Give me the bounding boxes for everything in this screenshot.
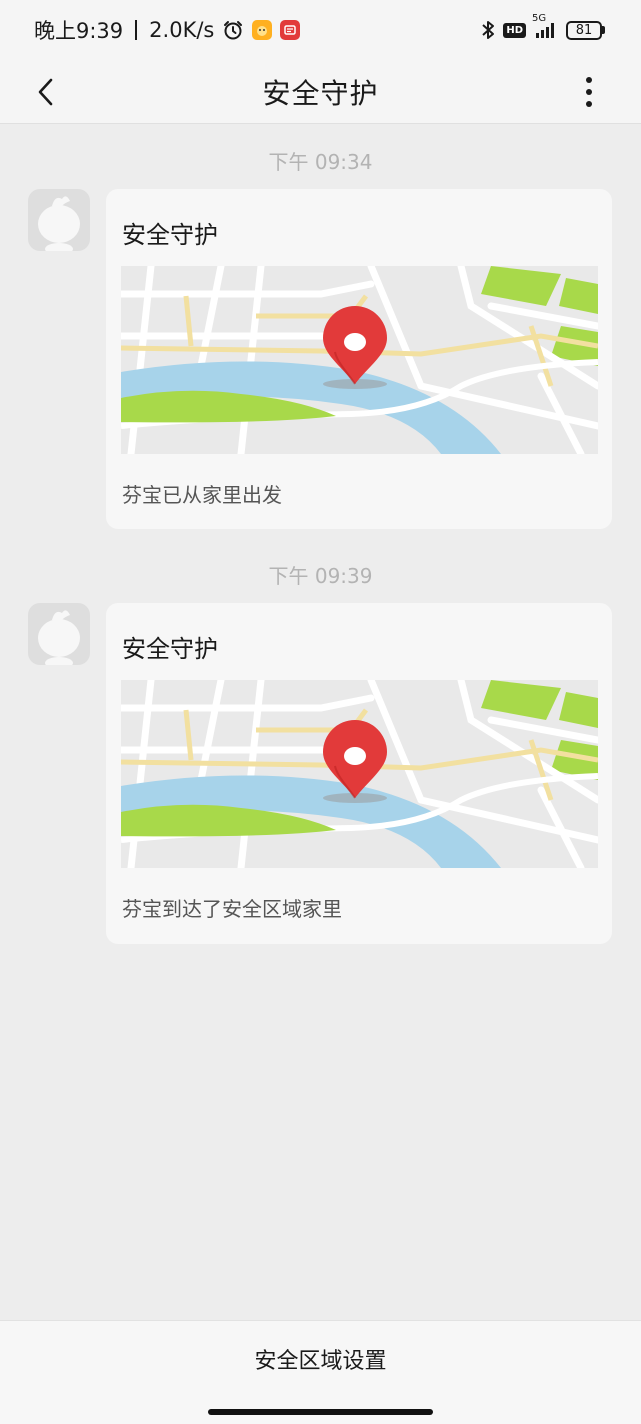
more-vertical-icon-dot [586,89,592,95]
screen: 晚上9:39 2.0K/s HD 5G 81 安全守护 下午 09:34 安全守… [0,0,641,1424]
map-thumbnail[interactable] [121,680,598,868]
map-thumbnail[interactable] [121,266,598,454]
page-title: 安全守护 [262,76,379,110]
card-title: 安全守护 [122,635,218,663]
battery-icon: 81 [566,20,605,40]
back-button[interactable] [26,70,66,114]
alarm-clock-icon [222,19,244,41]
status-time: 晚上9:39 [34,19,124,43]
safe-zone-settings-button[interactable]: 安全区域设置 [0,1343,641,1375]
bluetooth-icon [481,19,495,41]
hd-badge: HD [503,22,526,38]
status-right: HD 5G 81 [481,13,605,41]
card-title: 安全守护 [122,221,218,249]
news-app-icon [280,20,301,40]
signal-label: 5G [532,13,547,24]
mascot-avatar-icon [28,189,90,251]
status-bar: 晚上9:39 2.0K/s HD 5G 81 [0,0,641,60]
bottom-bar: 安全区域设置 [0,1320,641,1424]
message-card[interactable]: 安全守护 [106,603,612,944]
status-separator [135,20,138,40]
battery-level: 81 [566,20,602,40]
home-indicator[interactable] [208,1409,433,1415]
orange-app-icon [252,20,273,40]
nav-bar: 安全守护 [0,60,641,124]
message-card[interactable]: 安全守护 [106,189,612,529]
mascot-avatar-icon [28,603,90,665]
message-timestamp: 下午 09:39 [268,564,373,588]
more-vertical-icon-dot [586,101,592,107]
signal-icon: 5G [532,13,558,39]
message-timestamp: 下午 09:34 [268,150,373,174]
network-speed: 2.0K/s [149,18,215,42]
more-vertical-icon-dot [586,77,592,83]
avatar [28,603,90,665]
card-message: 芬宝已从家里出发 [122,483,282,507]
chevron-left-icon [36,77,56,107]
avatar [28,189,90,251]
battery-tip [602,26,605,34]
card-message: 芬宝到达了安全区域家里 [122,897,342,921]
more-button[interactable] [577,70,601,114]
status-left: 晚上9:39 2.0K/s [34,15,301,45]
